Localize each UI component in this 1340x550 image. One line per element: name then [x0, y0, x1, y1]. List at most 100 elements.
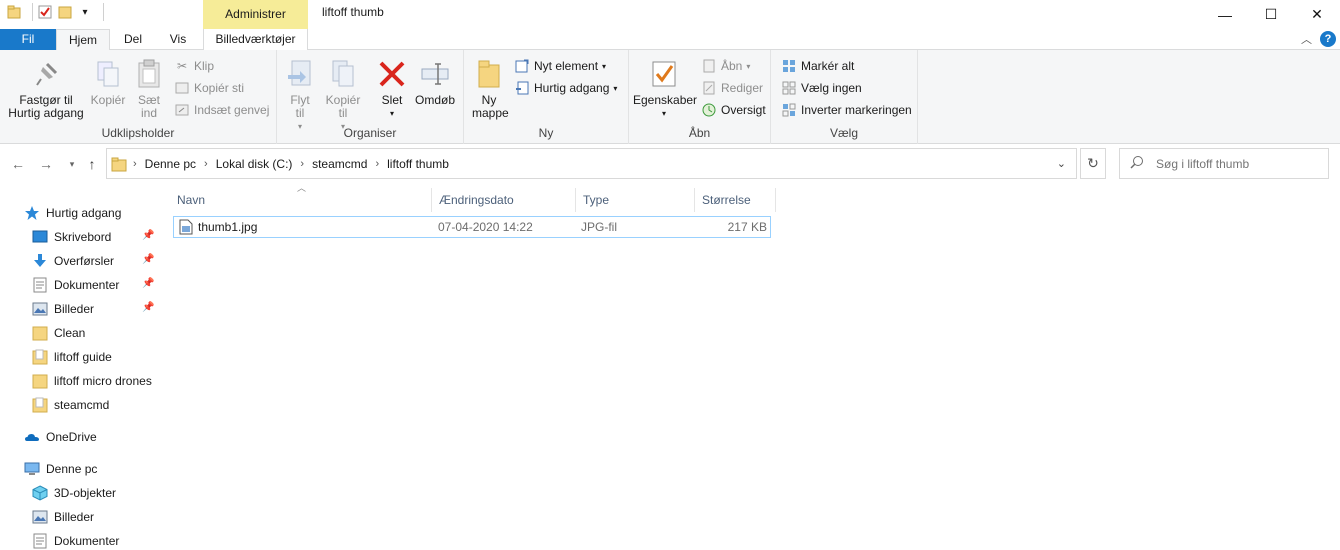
breadcrumb-separator-icon[interactable]: › — [133, 158, 137, 170]
search-icon — [1130, 155, 1144, 172]
select-all-button[interactable]: Markér alt — [781, 56, 854, 76]
nav-item-label: Skrivebord — [54, 230, 112, 244]
refresh-icon[interactable]: ↻ — [1080, 148, 1106, 179]
image-file-icon — [179, 219, 193, 238]
nav-item-documents[interactable]: Dokumenter — [32, 273, 119, 297]
search-input[interactable] — [1156, 156, 1316, 171]
close-button[interactable]: ✕ — [1294, 0, 1340, 29]
collapse-ribbon-chevron-icon[interactable]: ︿ — [1301, 31, 1312, 47]
up-arrow-icon[interactable]: ↑ — [82, 154, 102, 174]
nav-onedrive[interactable]: OneDrive — [24, 425, 97, 449]
recent-locations-chevron-icon[interactable]: ▾ — [62, 154, 82, 174]
copy-label: Kopiér — [90, 93, 126, 107]
invert-selection-button[interactable]: Inverter markeringen — [781, 100, 912, 120]
help-icon[interactable]: ? — [1320, 31, 1336, 47]
tab-picture-tools[interactable]: Billedværktøjer — [203, 29, 308, 50]
qat-divider — [32, 3, 33, 21]
search-box[interactable] — [1119, 148, 1329, 179]
nav-item-downloads[interactable]: Overførsler — [32, 249, 114, 273]
invert-selection-icon — [781, 102, 797, 118]
paste-button[interactable]: Sæt ind — [130, 54, 168, 120]
copy-to-button[interactable]: Kopiér til ▾ — [323, 54, 363, 133]
cut-button[interactable]: ✂ Klip — [174, 56, 214, 76]
nav-item-label: 3D-objekter — [54, 486, 117, 500]
move-to-button[interactable]: Flyt til ▾ — [283, 54, 317, 133]
open-button[interactable]: Åbn ▾ — [701, 56, 750, 76]
context-tab-header: Administrer — [203, 0, 308, 29]
new-item-button[interactable]: Nyt element ▾ — [514, 56, 606, 76]
properties-button[interactable]: Egenskaber ▾ — [633, 54, 697, 120]
copy-button[interactable]: Kopiér — [88, 54, 128, 107]
title-bar: ▾ Administrer liftoff thumb — ☐ ✕ — [0, 0, 1340, 29]
breadcrumb-item[interactable]: Denne pc — [145, 157, 196, 171]
easy-access-button[interactable]: Hurtig adgang ▾ — [514, 78, 617, 98]
column-header-type[interactable]: Type — [576, 188, 695, 212]
file-size: 217 KB — [727, 220, 767, 234]
file-row[interactable]: thumb1.jpg 07-04-2020 14:22 JPG-fil 217 … — [173, 216, 771, 238]
pictures-icon — [32, 301, 48, 317]
download-arrow-icon — [32, 253, 48, 269]
rename-button[interactable]: Omdøb — [413, 54, 457, 107]
nav-item-label: Dokumenter — [54, 534, 120, 548]
nav-item-liftoff-guide[interactable]: liftoff guide — [32, 345, 112, 369]
history-button[interactable]: Oversigt — [701, 100, 766, 120]
edit-icon — [701, 80, 717, 96]
column-header-date[interactable]: Ændringsdato — [432, 188, 576, 212]
rename-label: Omdøb — [414, 93, 455, 107]
customize-qat-chevron-icon[interactable]: ▾ — [77, 4, 93, 20]
maximize-button[interactable]: ☐ — [1248, 0, 1294, 29]
nav-item-liftoff-micro-drones[interactable]: liftoff micro drones — [32, 369, 152, 393]
tab-view[interactable]: Vis — [156, 29, 200, 50]
select-none-button[interactable]: Vælg ingen — [781, 78, 862, 98]
file-type: JPG-fil — [581, 220, 617, 234]
tab-share[interactable]: Del — [114, 29, 152, 50]
nav-item-label: Billeder — [54, 302, 95, 316]
address-bar[interactable]: › Denne pc › Lokal disk (C:) › steamcmd … — [106, 148, 1077, 179]
new-folder-icon — [473, 58, 505, 90]
quick-access-toolbar: ▾ — [6, 3, 104, 21]
forward-arrow-icon[interactable]: → — [36, 154, 56, 174]
copy-path-button[interactable]: Kopiér sti — [174, 78, 244, 98]
nav-item-label: Overførsler — [54, 254, 114, 268]
minimize-button[interactable]: — — [1202, 0, 1248, 29]
folder-icon[interactable] — [6, 4, 22, 20]
delete-button[interactable]: Slet ▾ — [373, 54, 411, 120]
nav-item-3d-objects[interactable]: 3D-objekter — [32, 481, 116, 505]
nav-item-label: Dokumenter — [54, 278, 120, 292]
folder-icon — [32, 373, 48, 389]
nav-item-pc-pictures[interactable]: Billeder — [32, 505, 94, 529]
delete-label: Slet — [381, 93, 403, 107]
paste-shortcut-icon — [174, 102, 190, 118]
new-folder-icon[interactable] — [57, 4, 73, 20]
column-header-size[interactable]: Størrelse — [695, 188, 776, 212]
breadcrumb-item[interactable]: steamcmd — [312, 157, 367, 171]
file-list: ︿ Navn Ændringsdato Type Størrelse thumb… — [160, 180, 1340, 550]
nav-item-clean[interactable]: Clean — [32, 321, 85, 345]
properties-icon[interactable] — [37, 4, 53, 20]
nav-item-pictures[interactable]: Billeder — [32, 297, 94, 321]
paste-shortcut-button[interactable]: Indsæt genvej — [174, 100, 269, 120]
breadcrumb-item[interactable]: liftoff thumb — [387, 157, 449, 171]
tab-home[interactable]: Hjem — [56, 29, 110, 51]
invert-selection-label: Inverter markeringen — [801, 103, 912, 117]
back-arrow-icon[interactable]: ← — [8, 154, 28, 174]
tab-file[interactable]: Fil — [0, 29, 56, 50]
nav-item-desktop[interactable]: Skrivebord — [32, 225, 111, 249]
edit-button[interactable]: Rediger — [701, 78, 763, 98]
breadcrumb-separator-icon[interactable]: › — [375, 158, 379, 170]
breadcrumb-separator-icon[interactable]: › — [204, 158, 208, 170]
nav-quick-access[interactable]: Hurtig adgang — [24, 201, 121, 225]
breadcrumb-item[interactable]: Lokal disk (C:) — [216, 157, 293, 171]
select-none-label: Vælg ingen — [801, 81, 862, 95]
select-all-label: Markér alt — [801, 59, 855, 73]
nav-this-pc[interactable]: Denne pc — [24, 457, 97, 481]
column-header-name[interactable]: Navn — [170, 188, 432, 212]
breadcrumb-separator-icon[interactable]: › — [300, 158, 304, 170]
new-folder-button[interactable]: Ny mappe — [470, 54, 509, 120]
select-none-icon — [781, 80, 797, 96]
address-history-chevron-icon[interactable]: ⌄ — [1057, 157, 1066, 170]
pin-quick-access-button[interactable]: Fastgør til Hurtig adgang — [4, 54, 88, 120]
nav-item-pc-documents[interactable]: Dokumenter — [32, 529, 119, 550]
nav-item-steamcmd[interactable]: steamcmd — [32, 393, 109, 417]
easy-access-icon — [514, 80, 530, 96]
